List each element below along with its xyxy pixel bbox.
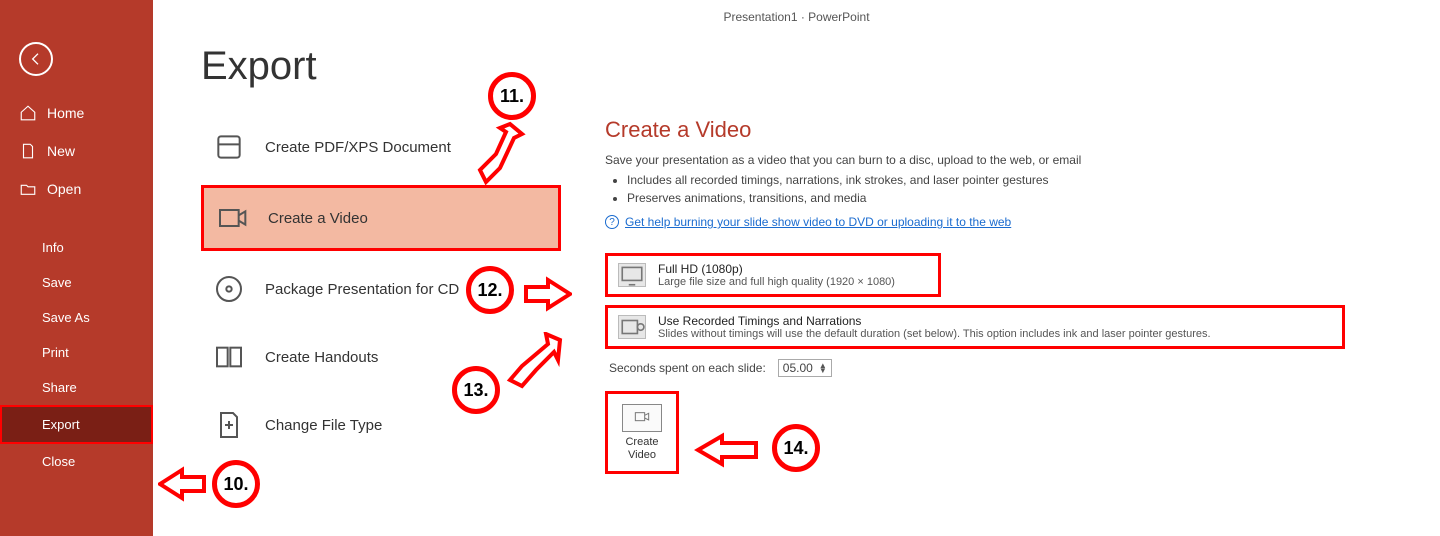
- spinner-arrows-icon: ▲▼: [819, 363, 827, 373]
- export-type-label: Create PDF/XPS Document: [265, 139, 451, 156]
- home-icon: [19, 104, 37, 122]
- export-type-video[interactable]: Create a Video: [201, 185, 561, 251]
- sidebar-item-home[interactable]: Home: [0, 94, 153, 132]
- new-icon: [19, 142, 37, 160]
- sidebar-item-label: Home: [47, 105, 84, 121]
- sidebar-item-label: Print: [42, 345, 69, 360]
- sidebar-item-label: Open: [47, 181, 81, 197]
- export-type-handouts[interactable]: Create Handouts: [201, 327, 561, 387]
- seconds-spinner[interactable]: 05.00 ▲▼: [778, 359, 832, 377]
- sidebar-item-print[interactable]: Print: [0, 335, 153, 370]
- timings-icon: [618, 315, 646, 339]
- sidebar-item-info[interactable]: Info: [0, 230, 153, 265]
- sidebar-item-share[interactable]: Share: [0, 370, 153, 405]
- timings-dropdown-subtitle: Slides without timings will use the defa…: [658, 328, 1211, 340]
- export-type-cd[interactable]: Package Presentation for CD: [201, 259, 561, 319]
- detail-description: Save your presentation as a video that y…: [605, 153, 1400, 167]
- video-export-icon: [622, 404, 662, 432]
- timings-dropdown[interactable]: Use Recorded Timings and Narrations Slid…: [605, 305, 1345, 349]
- sidebar-item-close[interactable]: Close: [0, 444, 153, 479]
- video-icon: [216, 202, 248, 234]
- sidebar-item-label: Info: [42, 240, 64, 255]
- sidebar-item-label: Save: [42, 275, 72, 290]
- backstage-sidebar: Home New Open Info Save Save As Print Sh…: [0, 0, 153, 536]
- create-video-button[interactable]: Create Video: [605, 391, 679, 474]
- sidebar-item-label: New: [47, 143, 75, 159]
- detail-bullet: Preserves animations, transitions, and m…: [627, 191, 1400, 205]
- seconds-row: Seconds spent on each slide: 05.00 ▲▼: [609, 359, 1400, 377]
- export-type-label: Change File Type: [265, 417, 382, 434]
- seconds-label: Seconds spent on each slide:: [609, 361, 766, 375]
- export-type-label: Create a Video: [268, 210, 368, 227]
- help-icon: ?: [605, 215, 619, 229]
- help-row: ? Get help burning your slide show video…: [605, 215, 1400, 229]
- sidebar-item-new[interactable]: New: [0, 132, 153, 170]
- export-type-label: Create Handouts: [265, 349, 378, 366]
- monitor-icon: [618, 263, 646, 287]
- content-pane: Presentation1 · PowerPoint Export Create…: [153, 0, 1440, 536]
- sidebar-item-label: Close: [42, 454, 75, 469]
- window-title: Presentation1 · PowerPoint: [153, 10, 1440, 24]
- seconds-value: 05.00: [783, 361, 813, 375]
- quality-dropdown-subtitle: Large file size and full high quality (1…: [658, 276, 895, 288]
- help-link[interactable]: Get help burning your slide show video t…: [625, 215, 1011, 229]
- detail-title: Create a Video: [605, 117, 1400, 143]
- page-title: Export: [201, 44, 1440, 89]
- timings-dropdown-title: Use Recorded Timings and Narrations: [658, 314, 1211, 328]
- sidebar-item-save[interactable]: Save: [0, 265, 153, 300]
- back-button[interactable]: [19, 42, 53, 76]
- open-icon: [19, 180, 37, 198]
- export-type-label: Package Presentation for CD: [265, 281, 459, 298]
- sidebar-item-open[interactable]: Open: [0, 170, 153, 208]
- cd-icon: [213, 273, 245, 305]
- create-video-label: Create Video: [625, 436, 658, 461]
- filetype-icon: [213, 409, 245, 441]
- export-type-list: Create PDF/XPS Document Create a Video P…: [201, 117, 561, 474]
- sidebar-item-label: Share: [42, 380, 77, 395]
- sidebar-item-export[interactable]: Export: [0, 405, 153, 444]
- handouts-icon: [213, 341, 245, 373]
- back-arrow-icon: [28, 51, 44, 67]
- export-type-filetype[interactable]: Change File Type: [201, 395, 561, 455]
- sidebar-item-label: Export: [42, 417, 80, 432]
- detail-bullets: Includes all recorded timings, narration…: [605, 173, 1400, 205]
- quality-dropdown[interactable]: Full HD (1080p) Large file size and full…: [605, 253, 941, 297]
- sidebar-item-label: Save As: [42, 310, 90, 325]
- export-type-pdf[interactable]: Create PDF/XPS Document: [201, 117, 561, 177]
- sidebar-item-save-as[interactable]: Save As: [0, 300, 153, 335]
- quality-dropdown-title: Full HD (1080p): [658, 262, 895, 276]
- export-detail-panel: Create a Video Save your presentation as…: [605, 117, 1440, 474]
- pdf-icon: [213, 131, 245, 163]
- detail-bullet: Includes all recorded timings, narration…: [627, 173, 1400, 187]
